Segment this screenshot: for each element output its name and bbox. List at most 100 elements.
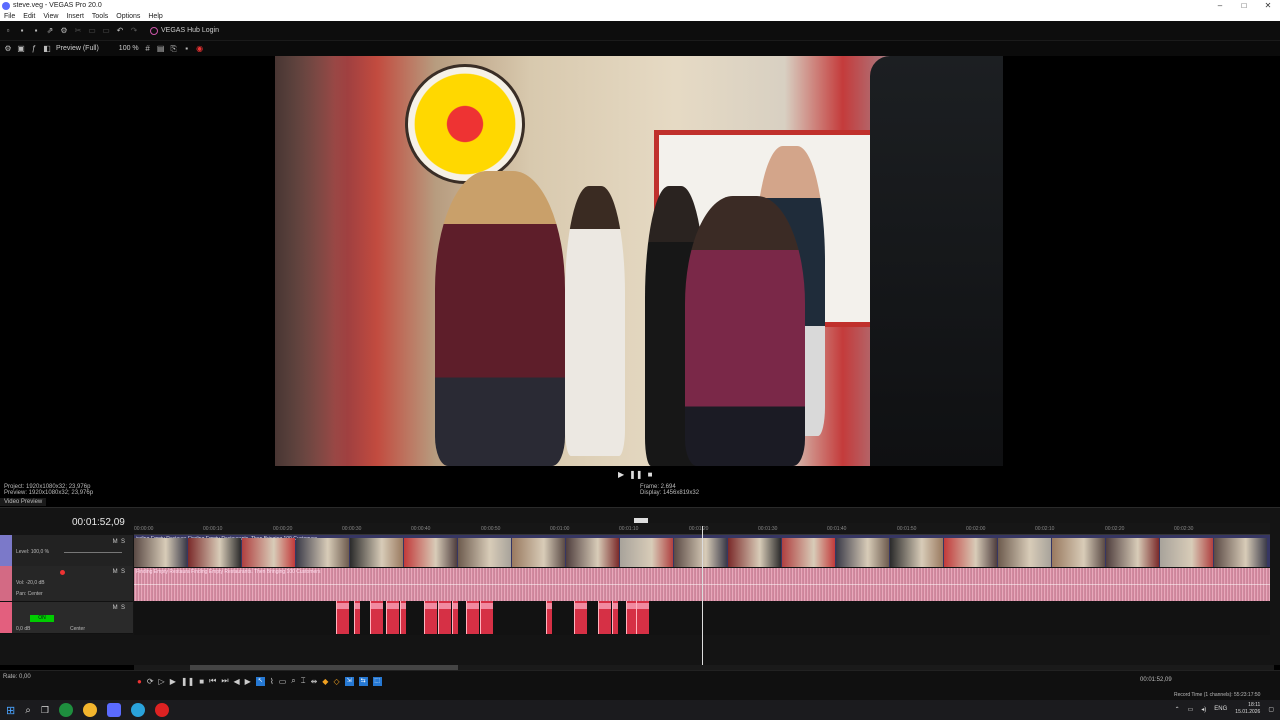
arm-record-button[interactable]	[60, 570, 65, 575]
menu-insert[interactable]: Insert	[62, 13, 88, 20]
undo-icon[interactable]: ↶	[116, 26, 124, 35]
audio-track-2-header[interactable]: M S ON 0,0 dB Center	[0, 602, 133, 634]
level-slider[interactable]	[64, 552, 122, 553]
audio-clip[interactable]	[466, 601, 479, 634]
tab-video-preview[interactable]: Video Preview	[0, 498, 47, 506]
external-monitor-icon[interactable]: ▣	[17, 44, 25, 53]
audio-clip[interactable]	[546, 601, 552, 634]
audio-clip[interactable]	[452, 601, 458, 634]
prev-frame-icon[interactable]: ◀	[234, 677, 240, 686]
region-icon[interactable]: ◇	[333, 677, 339, 686]
mute-solo[interactable]: M S	[113, 569, 125, 575]
settings-icon[interactable]: ⚙	[4, 44, 12, 53]
grid-icon[interactable]: #	[144, 44, 152, 53]
auto-ripple-icon[interactable]: ⇆	[358, 676, 368, 686]
telegram-icon[interactable]	[130, 703, 145, 717]
save-icon[interactable]: ▪	[32, 26, 40, 35]
next-frame-icon[interactable]: ▶	[245, 677, 251, 686]
play-icon[interactable]: ▶	[170, 677, 176, 686]
zoom-tool-icon[interactable]: ⌕	[291, 676, 295, 686]
record-icon[interactable]: ●	[137, 677, 142, 686]
chrome-icon[interactable]	[82, 703, 97, 717]
play-icon[interactable]: ▶	[618, 470, 624, 479]
zoom-dropdown[interactable]: 100 %	[119, 45, 139, 52]
go-to-start-icon[interactable]: ⏮	[209, 676, 216, 686]
redo-icon[interactable]: ↷	[130, 26, 138, 35]
menu-file[interactable]: File	[0, 13, 19, 20]
pause-icon[interactable]: ❚❚	[181, 677, 194, 686]
shade	[275, 56, 335, 466]
language-indicator[interactable]: ENG	[1214, 706, 1227, 712]
open-icon[interactable]: ▪	[18, 26, 26, 35]
stop-icon[interactable]: ■	[648, 470, 653, 479]
audio-clip[interactable]	[438, 601, 451, 634]
menu-edit[interactable]: Edit	[19, 13, 39, 20]
record-icon[interactable]: ◉	[196, 44, 204, 53]
mute-solo[interactable]: M S	[113, 605, 125, 611]
record-app-icon[interactable]	[154, 703, 169, 717]
cut-icon[interactable]: ✂	[74, 26, 82, 35]
search-icon[interactable]: ⌕	[25, 705, 31, 716]
copy-icon[interactable]: ▭	[88, 26, 96, 35]
audio-clip[interactable]	[370, 601, 383, 634]
video-frame	[275, 56, 1003, 466]
loop-icon[interactable]: ⟳	[147, 677, 154, 686]
network-icon[interactable]: ▭	[1188, 706, 1194, 713]
loop-region-marker[interactable]	[634, 518, 648, 523]
clock[interactable]: 18:11 15.01.2026	[1235, 702, 1260, 716]
audio-clip[interactable]	[574, 601, 587, 634]
lock-envelopes-icon[interactable]: ⬚	[372, 676, 382, 686]
menu-help[interactable]: Help	[144, 13, 166, 20]
audio-clip[interactable]	[400, 601, 406, 634]
audio-clip[interactable]	[424, 601, 437, 634]
vegas-hub-login[interactable]: VEGAS Hub Login	[150, 26, 219, 35]
menu-options[interactable]: Options	[112, 13, 144, 20]
playhead[interactable]	[702, 526, 703, 666]
task-view-icon[interactable]: ❐	[41, 705, 49, 716]
audio-clip[interactable]	[636, 601, 649, 634]
paste-icon[interactable]: ▭	[102, 26, 110, 35]
snapping-icon[interactable]: ⇲	[344, 676, 354, 686]
menu-tools[interactable]: Tools	[88, 13, 112, 20]
envelope-tool-icon[interactable]: ⌇	[270, 677, 274, 686]
properties-icon[interactable]: ⚙	[60, 26, 68, 35]
audio-clip[interactable]	[598, 601, 611, 634]
copy-snapshot-icon[interactable]: ⎘	[170, 44, 178, 53]
pause-icon[interactable]: ❚❚	[629, 470, 642, 479]
audio-track-header[interactable]: M S Vol: -20,0 dB Pan: Center	[0, 566, 133, 602]
new-icon[interactable]: ▫	[4, 26, 12, 35]
mute-solo[interactable]: M S	[113, 539, 125, 545]
overlays-icon[interactable]: ▤	[157, 44, 165, 53]
audio-clip[interactable]	[386, 601, 399, 634]
marker-icon[interactable]: ◆	[322, 677, 328, 686]
preview-quality-dropdown[interactable]: Preview (Full)	[56, 45, 99, 52]
notification-icon[interactable]: ▢	[1268, 706, 1274, 713]
trim-icon[interactable]: ⇹	[311, 677, 318, 686]
video-thumbnail	[836, 538, 889, 567]
render-icon[interactable]: ⇗	[46, 26, 54, 35]
audio-clip[interactable]	[336, 601, 349, 634]
fx-icon[interactable]: ƒ	[30, 44, 38, 53]
split-screen-icon[interactable]: ◧	[43, 44, 51, 53]
normal-edit-tool-icon[interactable]: ↖	[255, 676, 265, 686]
stop-icon[interactable]: ■	[199, 677, 204, 686]
preview-transport: ▶ ❚❚ ■	[618, 470, 652, 479]
go-to-end-icon[interactable]: ⏭	[221, 676, 228, 686]
play-from-start-icon[interactable]: ▷	[159, 677, 165, 686]
save-snapshot-icon[interactable]: ▪	[183, 44, 191, 53]
volume-icon[interactable]: ◂)	[1201, 706, 1206, 713]
edge-icon[interactable]	[58, 703, 73, 717]
close-button[interactable]: ✕	[1256, 0, 1280, 11]
audio-clip[interactable]	[354, 601, 360, 634]
tray-chevron-icon[interactable]: ⌃	[1175, 706, 1180, 713]
minimize-button[interactable]: –	[1208, 0, 1232, 11]
vegas-icon[interactable]	[106, 703, 121, 717]
audio-clip[interactable]	[480, 601, 493, 634]
selection-tool-icon[interactable]: ▭	[279, 677, 287, 686]
maximize-button[interactable]: □	[1232, 0, 1256, 11]
start-icon[interactable]: ⊞	[6, 704, 15, 717]
menu-view[interactable]: View	[39, 13, 62, 20]
audio-clip[interactable]	[612, 601, 618, 634]
ruler-tick: 00:01:50	[897, 526, 917, 532]
split-icon[interactable]: ⌶	[301, 676, 306, 686]
